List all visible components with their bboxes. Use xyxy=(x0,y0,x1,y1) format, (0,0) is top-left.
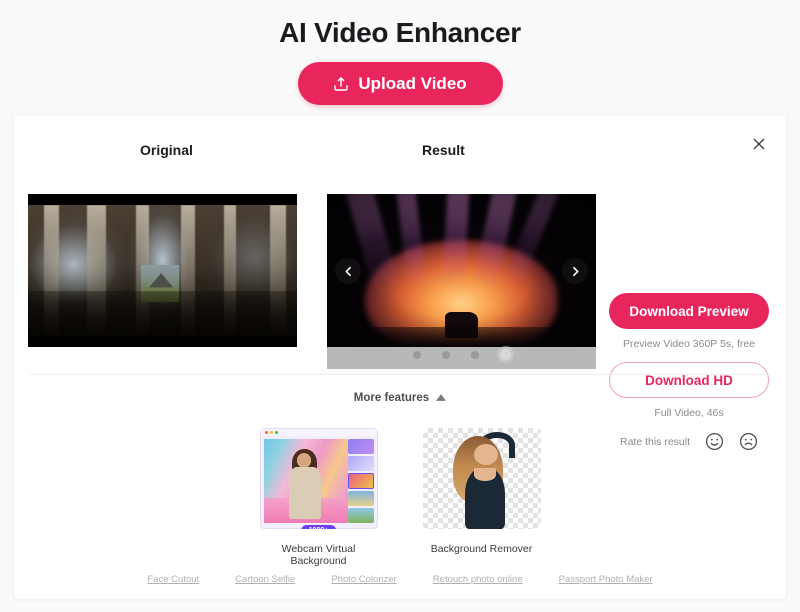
hd-note: Full Video, 46s xyxy=(654,407,724,419)
link-photo-colorizer[interactable]: Photo Colorizer xyxy=(331,574,396,585)
webcam-stage xyxy=(263,439,348,523)
carousel-next-button[interactable] xyxy=(562,258,588,284)
feature-card-background-remover[interactable]: Background Remover xyxy=(422,428,541,567)
webcam-virtual-background-preview xyxy=(259,428,378,529)
section-divider xyxy=(30,374,770,375)
feature-card-webcam-virtual-background[interactable]: 1000+ Webcam Virtual Background xyxy=(259,428,378,567)
window-minimize-dot xyxy=(269,431,273,434)
page-title: AI Video Enhancer xyxy=(279,17,521,48)
background-thumbnail-strip xyxy=(347,439,374,523)
result-heading: Result xyxy=(422,142,465,158)
window-close-dot xyxy=(264,431,268,434)
link-cartoon-selfie[interactable]: Cartoon Selfie xyxy=(235,574,295,585)
background-option xyxy=(347,491,374,507)
link-retouch-photo-online[interactable]: Retouch photo online xyxy=(433,574,523,585)
upload-video-label: Upload Video xyxy=(358,73,467,93)
usage-count-badge: 1000+ xyxy=(300,525,337,529)
background-option xyxy=(347,439,374,454)
footer-links: Face Cutout Cartoon Selfie Photo Coloriz… xyxy=(14,574,786,585)
more-features-toggle[interactable]: More features xyxy=(14,392,786,404)
media-row: Download Preview Preview Video 360P 5s, … xyxy=(14,194,786,451)
background-option-selected xyxy=(347,472,374,490)
feature-thumbnail xyxy=(422,428,541,529)
result-card: Original Result Download Preview Preview… xyxy=(14,116,786,599)
carousel-dots xyxy=(327,349,596,360)
link-face-cutout[interactable]: Face Cutout xyxy=(147,574,199,585)
feature-thumbnail: 1000+ xyxy=(259,428,378,529)
chevron-up-icon xyxy=(436,392,447,404)
carousel-dot[interactable] xyxy=(441,350,450,359)
original-heading: Original xyxy=(140,142,193,158)
result-vignette xyxy=(327,194,596,347)
preview-note: Preview Video 360P 5s, free xyxy=(622,338,756,350)
feature-label: Webcam Virtual Background xyxy=(281,543,356,567)
carousel-dot-active[interactable] xyxy=(499,349,511,360)
upload-icon xyxy=(333,76,349,92)
feature-label: Background Remover xyxy=(430,543,533,555)
background-option xyxy=(347,455,374,471)
person-neckline xyxy=(474,468,496,481)
carousel-dot[interactable] xyxy=(412,350,421,359)
column-headings: Original Result xyxy=(14,142,786,164)
upload-video-button[interactable]: Upload Video xyxy=(297,62,503,105)
result-video-frame xyxy=(327,194,596,347)
carousel-prev-button[interactable] xyxy=(335,258,361,284)
download-preview-button[interactable]: Download Preview xyxy=(609,293,769,329)
original-video-thumbnail[interactable] xyxy=(28,194,297,347)
actions-panel: Download Preview Preview Video 360P 5s, … xyxy=(602,272,776,451)
background-option xyxy=(347,508,374,523)
person-body xyxy=(288,466,322,519)
person-head xyxy=(297,453,312,468)
result-video-thumbnail[interactable] xyxy=(327,194,596,369)
upload-button-wrap: Upload Video xyxy=(0,62,800,105)
original-video-frame xyxy=(28,205,297,336)
carousel-dot[interactable] xyxy=(470,350,479,359)
background-remover-preview xyxy=(422,428,541,529)
more-features-label: More features xyxy=(353,392,430,404)
window-titlebar xyxy=(260,429,377,436)
feature-cards: 1000+ Webcam Virtual Background Backgrou… xyxy=(14,428,786,567)
link-passport-photo-maker[interactable]: Passport Photo Maker xyxy=(559,574,653,585)
room-foreground xyxy=(28,291,297,336)
window-maximize-dot xyxy=(274,431,278,434)
